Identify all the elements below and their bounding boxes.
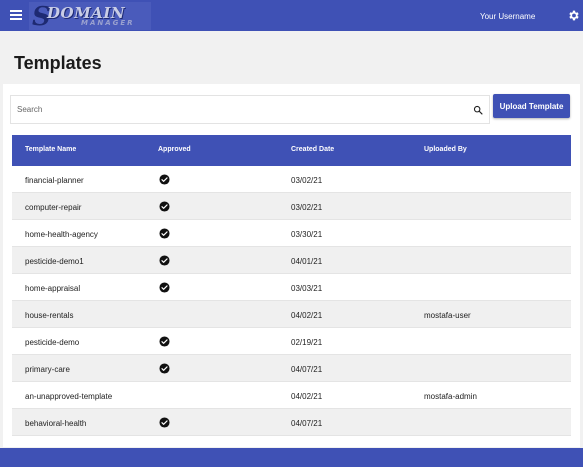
column-header-created-date[interactable]: Created Date: [291, 146, 334, 153]
app-bar: S DOMAIN MANAGER Your Username: [0, 0, 583, 32]
table-row[interactable]: primary-care 04/07/21: [12, 355, 571, 382]
template-name: behavioral-health: [25, 419, 87, 428]
created-date: 02/19/21: [291, 338, 323, 347]
created-date: 04/07/21: [291, 365, 323, 374]
column-header-uploaded-by[interactable]: Uploaded By: [424, 146, 467, 153]
created-date: 04/02/21: [291, 311, 323, 320]
approved-check-icon: [159, 336, 170, 347]
table-row[interactable]: an-unapproved-template 04/02/21 mostafa-ad…: [12, 382, 571, 409]
approved-check-icon: [159, 255, 170, 266]
uploaded-by: mostafa-admin: [424, 392, 477, 401]
logo[interactable]: S DOMAIN MANAGER: [29, 2, 151, 32]
approved-check-icon: [159, 417, 170, 428]
template-name: an-unapproved-template: [25, 392, 113, 401]
template-name: computer-repair: [25, 203, 82, 212]
table-row[interactable]: house-rentals 04/02/21 mostafa-user: [12, 301, 571, 328]
created-date: 03/02/21: [291, 176, 323, 185]
approved-check-icon: [159, 228, 170, 239]
created-date: 04/01/21: [291, 257, 323, 266]
template-name: home-health-agency: [25, 230, 98, 239]
created-date: 04/07/21: [291, 419, 323, 428]
table-row[interactable]: behavioral-health 04/07/21: [12, 409, 571, 436]
page-title: Templates: [14, 53, 102, 73]
table-row[interactable]: home-health-agency 03/30/21: [12, 220, 571, 247]
template-name: pesticide-demo1: [25, 257, 84, 266]
search-bar: [10, 95, 490, 124]
approved-check-icon: [159, 174, 170, 185]
template-name: primary-care: [25, 365, 70, 374]
table-row[interactable]: computer-repair 03/02/21: [12, 193, 571, 220]
created-date: 04/02/21: [291, 392, 323, 401]
table-body: financial-planner 03/02/21 computer-repair…: [12, 166, 571, 436]
username[interactable]: Your Username: [480, 12, 535, 21]
created-date: 03/30/21: [291, 230, 323, 239]
search-icon[interactable]: [473, 105, 483, 115]
menu-icon[interactable]: [10, 10, 22, 20]
upload-template-button[interactable]: Upload Template: [493, 94, 570, 118]
template-name: financial-planner: [25, 176, 84, 185]
template-name: house-rentals: [25, 311, 74, 320]
table-row[interactable]: financial-planner 03/02/21: [12, 166, 571, 193]
uploaded-by: mostafa-user: [424, 311, 471, 320]
approved-check-icon: [159, 282, 170, 293]
template-name: home-appraisal: [25, 284, 81, 293]
footer: [0, 448, 583, 467]
created-date: 03/02/21: [291, 203, 323, 212]
column-header-template-name[interactable]: Template Name: [25, 146, 76, 153]
template-name: pesticide-demo: [25, 338, 80, 347]
table-header: Template Name Approved Created Date Uplo…: [12, 135, 571, 166]
column-header-approved[interactable]: Approved: [158, 146, 191, 153]
created-date: 03/03/21: [291, 284, 323, 293]
approved-check-icon: [159, 201, 170, 212]
table-row[interactable]: home-appraisal 03/03/21: [12, 274, 571, 301]
search-input[interactable]: [17, 96, 457, 123]
approved-check-icon: [159, 363, 170, 374]
gear-icon[interactable]: [567, 9, 580, 22]
table-row[interactable]: pesticide-demo1 04/01/21: [12, 247, 571, 274]
table-row[interactable]: pesticide-demo 02/19/21: [12, 328, 571, 355]
